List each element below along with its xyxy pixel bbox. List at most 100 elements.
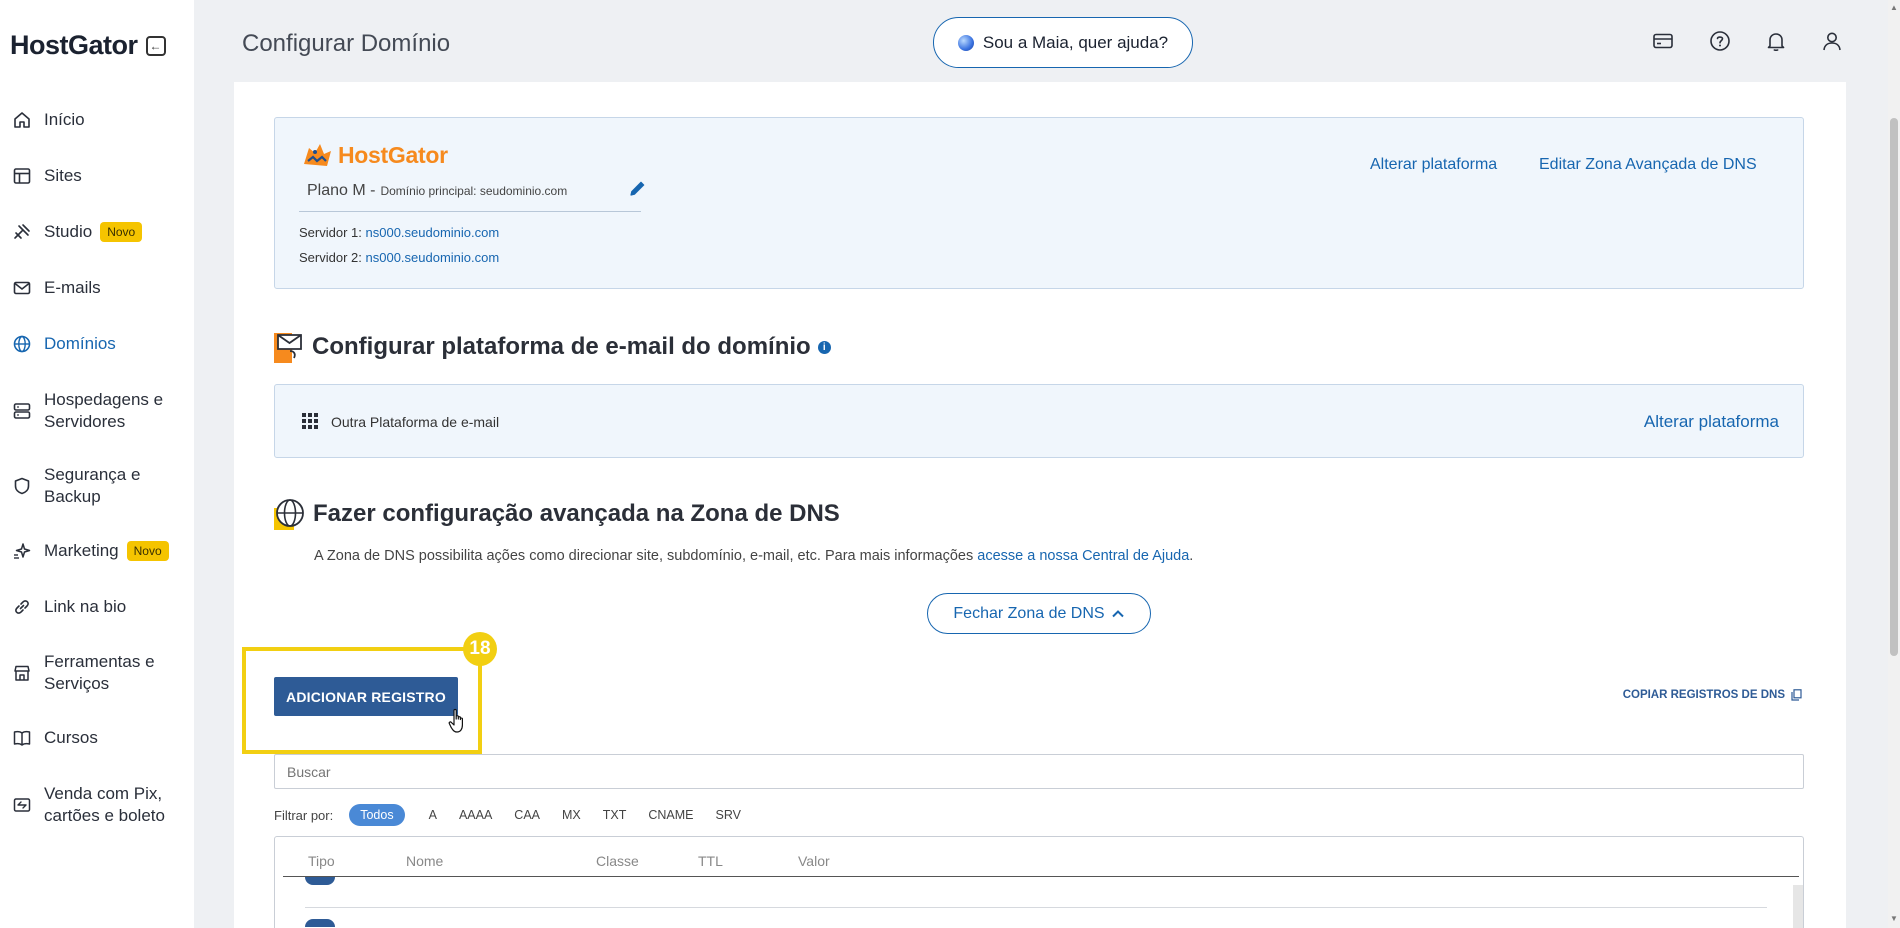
layout-icon <box>10 164 34 188</box>
copy-icon <box>1791 689 1802 701</box>
filter-srv[interactable]: SRV <box>716 808 741 822</box>
sidebar-item-label: Sites <box>44 166 82 185</box>
edit-pencil-icon[interactable] <box>628 178 648 203</box>
copy-dns-label: COPIAR REGISTROS DE DNS <box>1622 689 1785 701</box>
new-badge: Novo <box>126 541 169 561</box>
new-badge: Novo <box>100 222 143 242</box>
page-scrollbar[interactable]: ▲ ▼ <box>1888 0 1900 928</box>
filter-todos[interactable]: Todos <box>349 804 405 826</box>
sidebar-item-seguranca[interactable]: Segurança e Backup <box>10 464 190 508</box>
change-platform-link[interactable]: Alterar plataforma <box>1370 156 1497 174</box>
dns-section-title: Fazer configuração avançada na Zona de D… <box>274 498 840 530</box>
column-header-ttl[interactable]: TTL <box>698 853 723 869</box>
collapse-sidebar-icon[interactable]: ← <box>145 35 166 56</box>
sidebar-item-studio[interactable]: Studio Novo <box>10 220 190 244</box>
sidebar-item-venda-pix[interactable]: Venda com Pix, cartões e boleto <box>10 783 190 827</box>
column-header-valor[interactable]: Valor <box>798 853 830 869</box>
record-type-badge <box>305 877 335 885</box>
chevron-up-icon <box>1111 609 1124 617</box>
sidebar-item-ferramentas[interactable]: Ferramentas e Serviços <box>10 651 190 695</box>
filter-cname[interactable]: CNAME <box>648 808 693 822</box>
filter-a[interactable]: A <box>429 808 437 822</box>
plan-name: Plano M - <box>307 182 376 199</box>
studio-icon <box>10 220 34 244</box>
email-section-icon <box>274 333 302 363</box>
column-header-tipo[interactable]: Tipo <box>308 853 335 869</box>
maia-help-label: Sou a Maia, quer ajuda? <box>982 32 1169 52</box>
main-content: HostGator Plano M - Domínio principal: s… <box>234 82 1846 928</box>
filter-txt[interactable]: TXT <box>603 808 627 822</box>
sidebar-item-emails[interactable]: E-mails <box>10 276 190 300</box>
gator-logo-icon <box>304 144 331 166</box>
sidebar-item-label: E-mails <box>44 278 101 297</box>
table-row-divider <box>305 907 1767 908</box>
maia-help-button[interactable]: Sou a Maia, quer ajuda? <box>933 17 1193 68</box>
sidebar-item-label: Início <box>44 110 85 129</box>
filter-caa[interactable]: CAA <box>514 808 540 822</box>
sparkle-icon <box>10 539 34 563</box>
sidebar-item-label: Marketing <box>44 541 119 560</box>
filter-aaaa[interactable]: AAAA <box>459 808 492 822</box>
copy-dns-records-button[interactable]: COPIAR REGISTROS DE DNS <box>1623 689 1802 701</box>
email-section-title: Configurar plataforma de e-mail do domín… <box>274 331 831 363</box>
sidebar-item-dominios[interactable]: Domínios <box>10 332 190 356</box>
info-icon[interactable]: i <box>817 340 831 354</box>
main-domain: Domínio principal: seudominio.com <box>380 184 568 198</box>
server-icon <box>10 399 34 423</box>
close-dns-label: Fechar Zona de DNS <box>953 604 1105 622</box>
sidebar-item-label: Cursos <box>44 728 98 747</box>
change-email-platform-link[interactable]: Alterar plataforma <box>1644 412 1779 432</box>
sidebar-item-label: Ferramentas e Serviços <box>44 652 155 693</box>
domain-info-panel: HostGator Plano M - Domínio principal: s… <box>274 117 1804 289</box>
table-scrollbar[interactable] <box>1793 885 1803 928</box>
close-dns-zone-button[interactable]: Fechar Zona de DNS <box>927 593 1151 634</box>
sidebar-item-cursos[interactable]: Cursos <box>10 726 190 750</box>
column-header-classe[interactable]: Classe <box>596 853 639 869</box>
shield-icon <box>10 474 34 498</box>
scroll-down-icon[interactable]: ▼ <box>1890 914 1898 923</box>
email-platform-panel: Outra Plataforma de e-mail Alterar plata… <box>274 384 1804 458</box>
dns-desc-text: A Zona de DNS possibilita ações como dir… <box>314 548 978 564</box>
column-header-nome[interactable]: Nome <box>406 853 443 869</box>
edit-dns-zone-link[interactable]: Editar Zona Avançada de DNS <box>1539 156 1757 174</box>
scrollbar-thumb[interactable] <box>1890 118 1898 656</box>
sidebar: HostGator ← Início Sites Studio Novo E-m… <box>0 0 194 928</box>
globe-icon <box>10 332 34 356</box>
add-record-button[interactable]: ADICIONAR REGISTRO <box>274 677 458 716</box>
maia-orb-icon <box>957 34 974 51</box>
book-icon <box>10 726 34 750</box>
hand-cursor-icon <box>448 708 463 733</box>
step-number-badge: 18 <box>463 632 497 666</box>
payment-icon <box>10 793 34 817</box>
sidebar-item-label: Segurança e Backup <box>44 465 141 506</box>
server-1: Servidor 1: ns000.seudominio.com <box>299 225 499 240</box>
dns-description: A Zona de DNS possibilita ações como dir… <box>314 548 1193 564</box>
sidebar-item-label: Domínios <box>44 334 116 353</box>
dns-section-title-text: Fazer configuração avançada na Zona de D… <box>313 500 840 527</box>
user-icon[interactable] <box>1819 28 1845 54</box>
sidebar-item-label: Venda com Pix, cartões e boleto <box>44 784 165 825</box>
sidebar-item-marketing[interactable]: Marketing Novo <box>10 539 190 563</box>
grid-icon <box>302 413 318 434</box>
logo-row: HostGator ← <box>10 30 166 61</box>
sidebar-item-hospedagens[interactable]: Hospedagens e Servidores <box>10 389 190 433</box>
scroll-up-icon[interactable]: ▲ <box>1890 3 1898 12</box>
help-icon[interactable] <box>1707 28 1733 54</box>
dns-desc-end: . <box>1189 548 1194 564</box>
server-1-value: ns000.seudominio.com <box>365 225 500 240</box>
sidebar-item-inicio[interactable]: Início <box>10 108 190 132</box>
brand-name: HostGator <box>338 141 448 168</box>
sidebar-item-link-na-bio[interactable]: Link na bio <box>10 595 190 619</box>
help-center-link[interactable]: acesse a nossa Central de Ajuda <box>977 548 1189 564</box>
filter-mx[interactable]: MX <box>562 808 581 822</box>
card-icon[interactable] <box>1650 28 1676 54</box>
page-title: Configurar Domínio <box>242 30 451 57</box>
bell-icon[interactable] <box>1763 28 1789 54</box>
sidebar-item-sites[interactable]: Sites <box>10 164 190 188</box>
sidebar-item-label: Hospedagens e Servidores <box>44 390 164 431</box>
hostgator-logo[interactable]: HostGator <box>10 30 138 61</box>
plan-divider <box>299 211 641 212</box>
dns-search-input[interactable] <box>274 754 1804 789</box>
server-1-label: Servidor 1: <box>299 225 362 240</box>
server-2-value: ns000.seudominio.com <box>365 250 500 265</box>
